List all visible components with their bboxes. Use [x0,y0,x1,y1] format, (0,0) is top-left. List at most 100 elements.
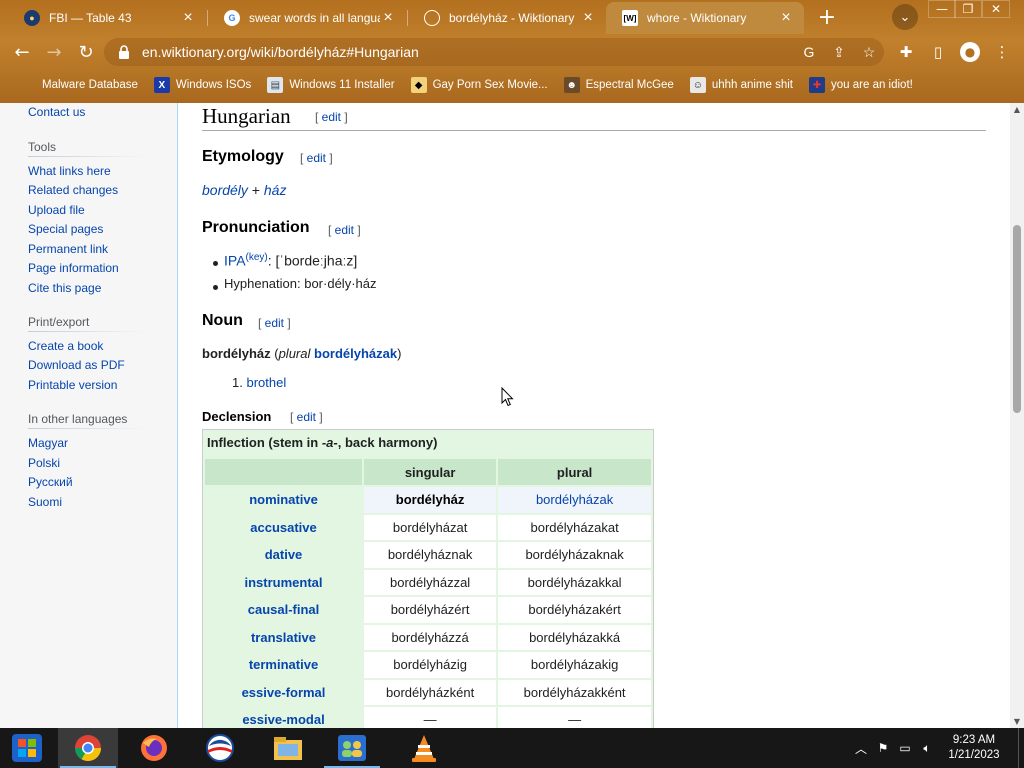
etymology-link-haz[interactable]: ház [264,182,287,198]
taskbar-vlc[interactable] [394,728,454,768]
scroll-up-arrow-icon[interactable]: ▲ [1013,105,1021,114]
tab-google-search[interactable]: G swear words in all languag × [208,2,406,34]
google-lens-icon[interactable]: G [794,44,824,60]
tab-bordelyhaz[interactable]: bordélyház - Wiktionary × [408,2,606,34]
profile-avatar[interactable]: ● [956,38,984,66]
reload-button[interactable]: ↻ [72,38,100,66]
sidebar-link-related-changes[interactable]: Related changes [28,183,118,197]
address-bar[interactable]: en.wiktionary.org/wiki/bordélyház#Hungar… [104,38,884,66]
extensions-puzzle-icon[interactable]: ✚ [892,38,920,66]
close-window-button[interactable]: ✕ [982,0,1010,18]
sidebar-divider [28,428,148,429]
scrollbar-thumb[interactable] [1013,225,1021,413]
show-desktop-button[interactable] [1018,728,1024,768]
side-panel-icon[interactable]: ▯ [924,38,952,66]
tab-whore-wiktionary[interactable]: [W] whore - Wiktionary × [606,2,804,34]
row-header-case[interactable]: terminative [205,652,362,678]
sidebar-link-upload-file[interactable]: Upload file [28,203,85,217]
cell-plural-link[interactable]: bordélyházak [498,487,651,513]
close-icon[interactable]: × [180,9,196,26]
sidebar-link-lang-polski[interactable]: Polski [28,456,60,470]
sense-link-brothel[interactable]: brothel [246,375,286,390]
taskbar-firefox[interactable] [124,728,184,768]
edit-link[interactable]: edit [307,151,326,165]
sidebar-link-permanent-link[interactable]: Permanent link [28,242,108,256]
cell-plural: bordélyházakkal [498,569,651,595]
share-icon[interactable]: ⇪ [824,44,854,61]
row-header-case[interactable]: instrumental [205,569,362,595]
bookmark-label: Gay Porn Sex Movie... [432,79,548,91]
sidebar-link-page-information[interactable]: Page information [28,261,119,275]
sidebar-link-lang-russian[interactable]: Русский [28,475,73,489]
cell-plural: bordélyházakként [498,679,651,705]
scroll-down-arrow-icon[interactable]: ▼ [1013,717,1021,726]
cell-singular: bordélyházként [364,679,497,705]
forward-button[interactable]: → [40,38,68,66]
paren-close: ) [397,346,402,361]
row-header-case[interactable]: essive-formal [205,679,362,705]
sidebar-link-special-pages[interactable]: Special pages [28,222,103,236]
bookmark-star-icon[interactable]: ☆ [854,44,884,61]
tab-title: FBI — Table 43 [49,11,132,25]
bookmark-label: Malware Database [42,79,138,91]
bookmark-label: Espectral McGee [585,79,674,91]
tab-fbi[interactable]: ● FBI — Table 43 × [8,2,206,34]
new-tab-button[interactable]: + [814,5,840,30]
row-header-case[interactable]: causal-final [205,597,362,623]
bookmark-gay-porn-sex-movie[interactable]: ◆ Gay Porn Sex Movie... [410,77,548,93]
edit-link[interactable]: edit [265,316,284,330]
plural-form-link[interactable]: bordélyházak [314,346,397,361]
taskbar-clock[interactable]: 9:23 AM 1/21/2023 [938,733,1010,763]
row-header-case[interactable]: accusative [205,514,362,540]
row-header-case[interactable]: nominative [205,487,362,513]
close-icon[interactable]: × [778,9,794,26]
person-icon: ● [960,42,980,62]
taskbar-chrome[interactable] [58,728,118,768]
bookmark-label: Windows 11 Installer [289,79,395,91]
sidebar-link-what-links-here[interactable]: What links here [28,164,111,178]
tab-title: whore - Wiktionary [647,11,747,25]
back-button[interactable]: ← [8,38,36,66]
taskbar-obama[interactable] [190,728,250,768]
bookmark-espectral-mcgee[interactable]: ☻ Espectral McGee [563,77,674,93]
taskbar-network-people[interactable] [322,728,382,768]
bookmark-windows-11-installer[interactable]: ▤ Windows 11 Installer [267,77,395,93]
tab-search-button[interactable]: ⌄ [892,4,918,30]
show-hidden-icons-chevron-icon[interactable]: ︿ [850,740,872,757]
edit-link[interactable]: edit [297,410,316,424]
volume-icon[interactable]: 🔈︎ [916,741,938,756]
start-button[interactable] [0,728,54,768]
bookmark-malware-database[interactable]: Malware Database [20,77,138,93]
close-icon[interactable]: × [580,9,596,26]
clock-time: 9:23 AM [952,734,996,746]
row-header-case[interactable]: dative [205,542,362,568]
sidebar-link-create-a-book[interactable]: Create a book [28,339,103,353]
network-icon[interactable]: ▭ [894,741,916,755]
close-icon[interactable]: × [380,9,396,26]
bookmark-you-are-an-idiot[interactable]: ✚ you are an idiot! [809,77,913,93]
sidebar-link-cite-this-page[interactable]: Cite this page [28,281,101,295]
restore-button[interactable]: ❐ [954,0,982,18]
minimize-button[interactable]: — [928,0,956,18]
action-center-flag-icon[interactable]: ⚑ [872,741,894,755]
clock-date: 1/21/2023 [948,749,1000,761]
table-header-row: singular plural [205,459,651,485]
sidebar-link-contact-us[interactable]: Contact us [28,105,85,119]
sidebar-link-lang-suomi[interactable]: Suomi [28,495,62,509]
menu-kebab-icon[interactable]: ⋮ [988,38,1016,66]
etymology-link-bordely[interactable]: bordély [202,182,248,198]
page-scrollbar[interactable]: ▲ ▼ [1010,103,1024,728]
taskbar-file-explorer[interactable] [258,728,318,768]
bookmark-windows-isos[interactable]: X Windows ISOs [153,77,251,93]
ipa-key-link[interactable]: (key) [246,252,268,263]
table-row: essive-modal — — [205,707,651,728]
sidebar-link-lang-magyar[interactable]: Magyar [28,436,68,450]
sidebar-link-printable-version[interactable]: Printable version [28,378,117,392]
edit-link[interactable]: edit [322,110,341,124]
row-header-case[interactable]: essive-modal [205,707,362,728]
row-header-case[interactable]: translative [205,624,362,650]
edit-link[interactable]: edit [335,223,354,237]
ipa-link[interactable]: IPA [224,253,246,269]
sidebar-link-download-pdf[interactable]: Download as PDF [28,358,125,372]
bookmark-uhhh-anime-shit[interactable]: ☺ uhhh anime shit [689,77,793,93]
